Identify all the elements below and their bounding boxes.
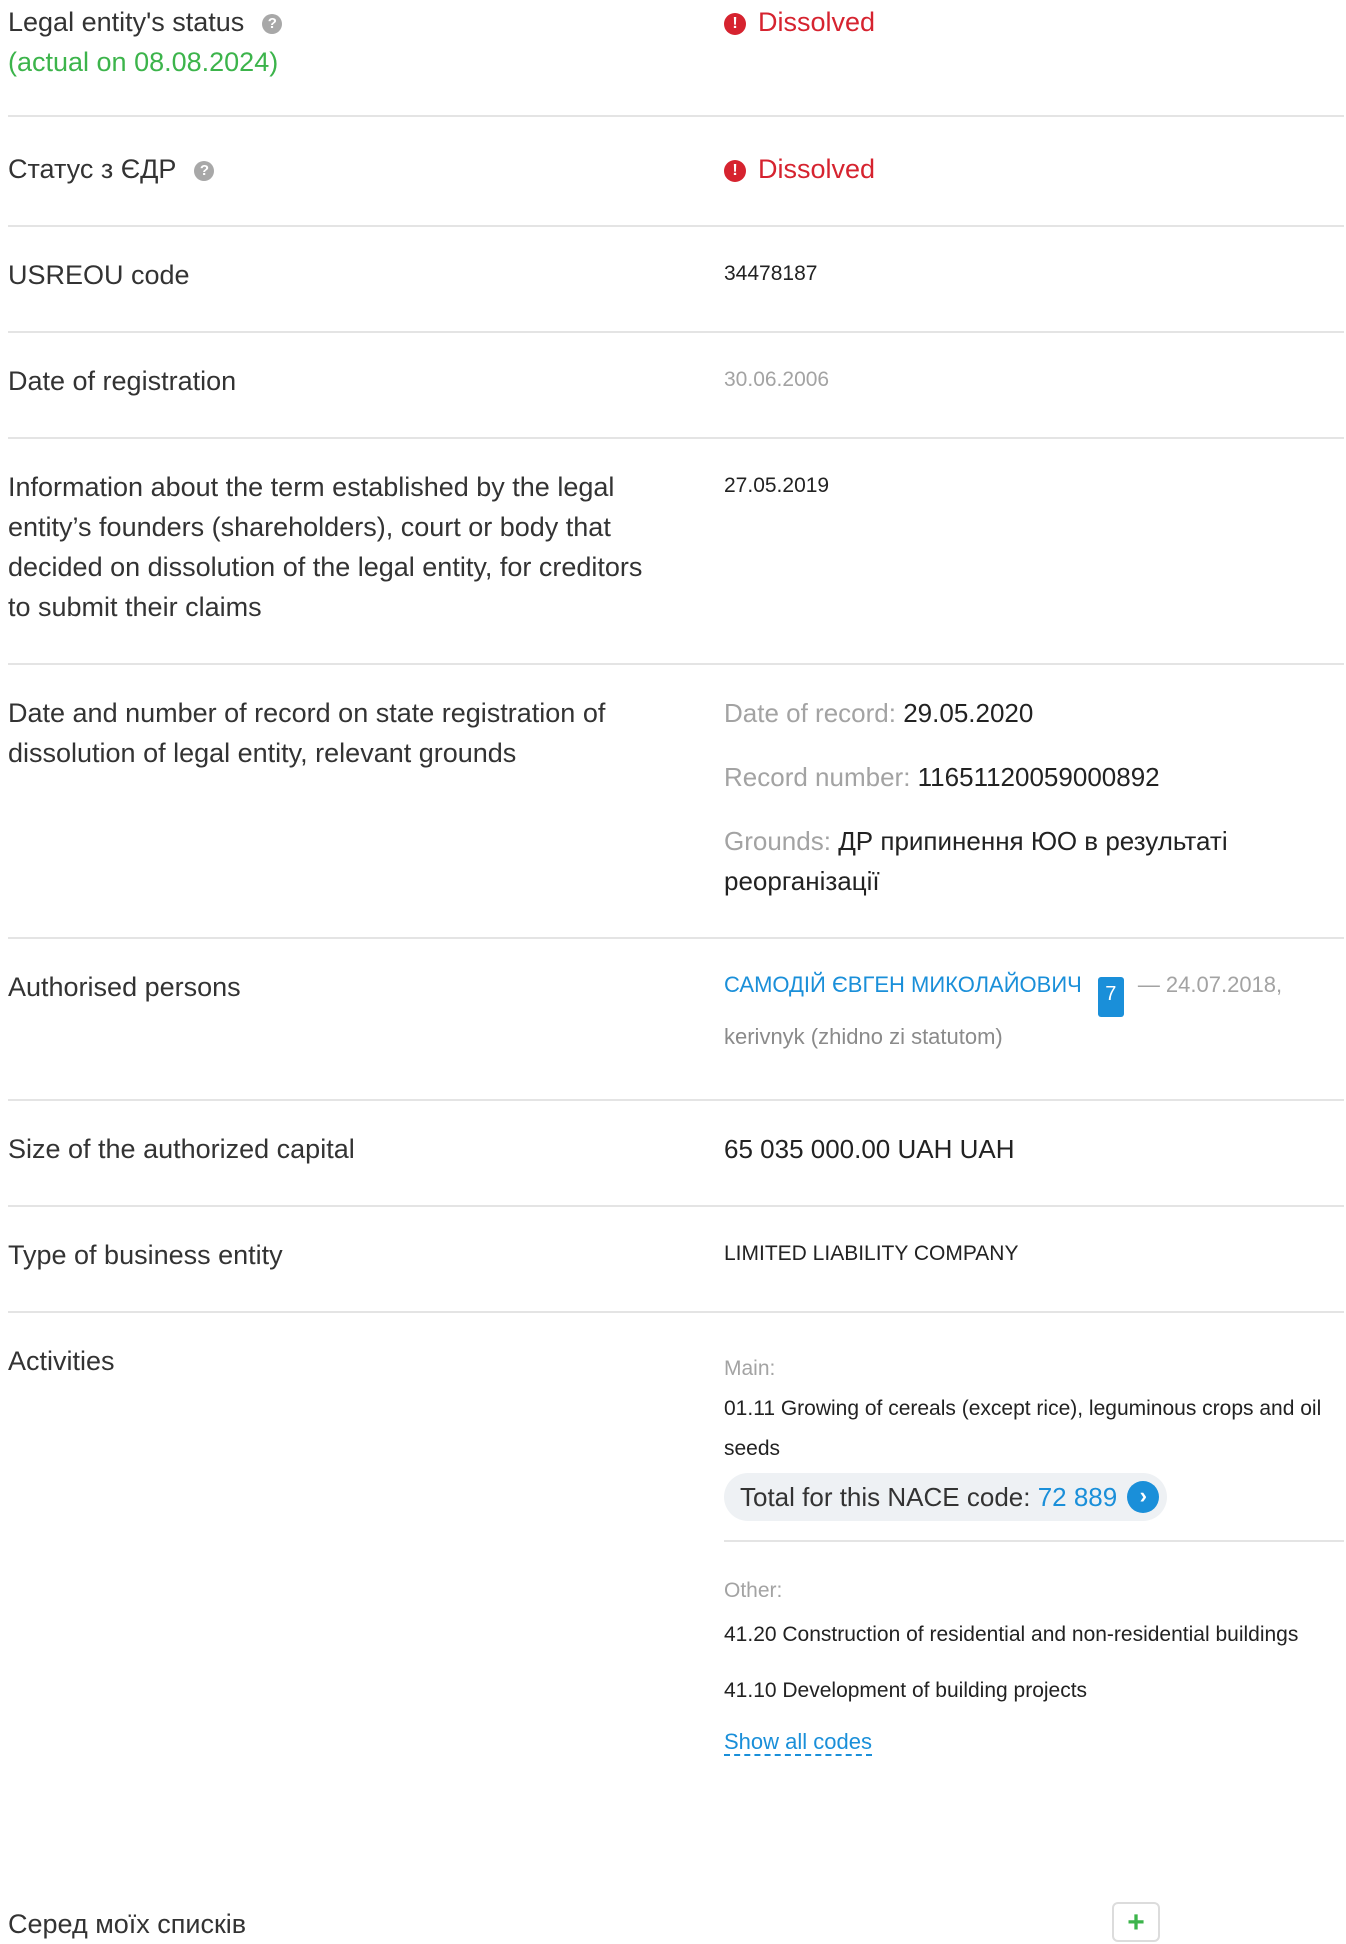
- activities-main: Main: 01.11 Growing of cereals (except r…: [724, 1349, 1344, 1521]
- nace-total-count[interactable]: 72 889: [1038, 1477, 1118, 1517]
- company-details: Legal entity's status? (actual on 08.08.…: [0, 0, 1346, 1942]
- activities-label: Activities: [8, 1346, 115, 1376]
- business-type-label: Type of business entity: [8, 1240, 283, 1270]
- record-grounds: Grounds: ДР припинення ЮО в результаті р…: [724, 826, 1228, 896]
- row-dissolution-record: Date and number of record on state regis…: [8, 665, 1344, 939]
- person-name-link[interactable]: САМОДІЙ ЄВГЕН МИКОЛАЙОВИЧ: [724, 972, 1082, 997]
- show-all-codes-link[interactable]: Show all codes: [724, 1729, 872, 1756]
- activities-other: Other: 41.20 Construction of residential…: [724, 1571, 1344, 1763]
- record-date: Date of record: 29.05.2020: [724, 698, 1034, 728]
- authorised-person: САМОДІЙ ЄВГЕН МИКОЛАЙОВИЧ 7— 24.07.2018, …: [724, 965, 1344, 1057]
- row-term-info: Information about the term established b…: [8, 439, 1344, 665]
- add-to-list-button[interactable]: +: [1112, 1902, 1160, 1942]
- term-info-value: 27.05.2019: [724, 474, 830, 497]
- row-usreou: USREOU code 34478187: [8, 227, 1344, 333]
- term-info-label: Information about the term established b…: [8, 472, 643, 622]
- edr-status-label: Статус з ЄДР: [8, 154, 177, 184]
- help-icon[interactable]: ?: [262, 14, 283, 34]
- activities-other-code: 41.10 Development of building projects: [724, 1679, 1088, 1702]
- usreou-value: 34478187: [724, 262, 818, 285]
- row-authorised-persons: Authorised persons САМОДІЙ ЄВГЕН МИКОЛАЙ…: [8, 939, 1344, 1101]
- usreou-label: USREOU code: [8, 260, 190, 290]
- status-label-block: Legal entity's status? (actual on 08.08.…: [8, 2, 668, 82]
- status-value: ! Dissolved: [724, 2, 1344, 42]
- nace-total: Total for this NACE code: 72 889 ›: [724, 1473, 1344, 1521]
- activities-main-code: 01.11 Growing of cereals (except rice), …: [724, 1397, 1322, 1460]
- alert-icon: !: [724, 13, 746, 35]
- row-capital: Size of the authorized capital 65 035 00…: [8, 1101, 1344, 1207]
- authorised-label: Authorised persons: [8, 972, 241, 1002]
- dissolution-record-label: Date and number of record on state regis…: [8, 698, 606, 768]
- business-type-value: LIMITED LIABILITY COMPANY: [724, 1242, 1019, 1265]
- registration-label: Date of registration: [8, 366, 237, 396]
- person-date: — 24.07.2018,: [1137, 972, 1283, 997]
- record-number: Record number: 11651120059000892: [724, 762, 1160, 792]
- help-icon[interactable]: ?: [194, 161, 215, 181]
- row-business-type: Type of business entity LIMITED LIABILIT…: [8, 1207, 1344, 1313]
- status-actual-date: (actual on 08.08.2024): [8, 47, 279, 77]
- alert-icon: !: [724, 160, 746, 182]
- activities-other-code: 41.20 Construction of residential and no…: [724, 1623, 1299, 1646]
- dissolution-record-values: Date of record: 29.05.2020 Record number…: [724, 693, 1344, 901]
- activities-main-label: Main:: [724, 1357, 776, 1380]
- row-activities: Activities Main: 01.11 Growing of cereal…: [8, 1313, 1344, 1873]
- person-count-badge[interactable]: 7: [1097, 977, 1124, 1017]
- row-registration: Date of registration 30.06.2006: [8, 333, 1344, 439]
- chevron-right-icon[interactable]: ›: [1127, 1481, 1160, 1513]
- person-role: kerivnyk (zhidno zi statutom): [724, 1024, 1003, 1049]
- activities-divider: [724, 1540, 1344, 1542]
- my-lists-label: Серед моїх списків: [8, 1909, 247, 1939]
- capital-label: Size of the authorized capital: [8, 1134, 355, 1164]
- row-status: Legal entity's status? (actual on 08.08.…: [8, 0, 1344, 117]
- nace-total-pill[interactable]: Total for this NACE code: 72 889 ›: [724, 1473, 1168, 1521]
- row-edr-status: Статус з ЄДР? ! Dissolved: [8, 117, 1344, 227]
- edr-status-value: ! Dissolved: [724, 149, 1344, 189]
- registration-value: 30.06.2006: [724, 368, 830, 391]
- activities-other-label: Other:: [724, 1579, 783, 1602]
- capital-value: 65 035 000.00 UAH UAH: [724, 1134, 1015, 1164]
- status-label: Legal entity's status: [8, 7, 245, 37]
